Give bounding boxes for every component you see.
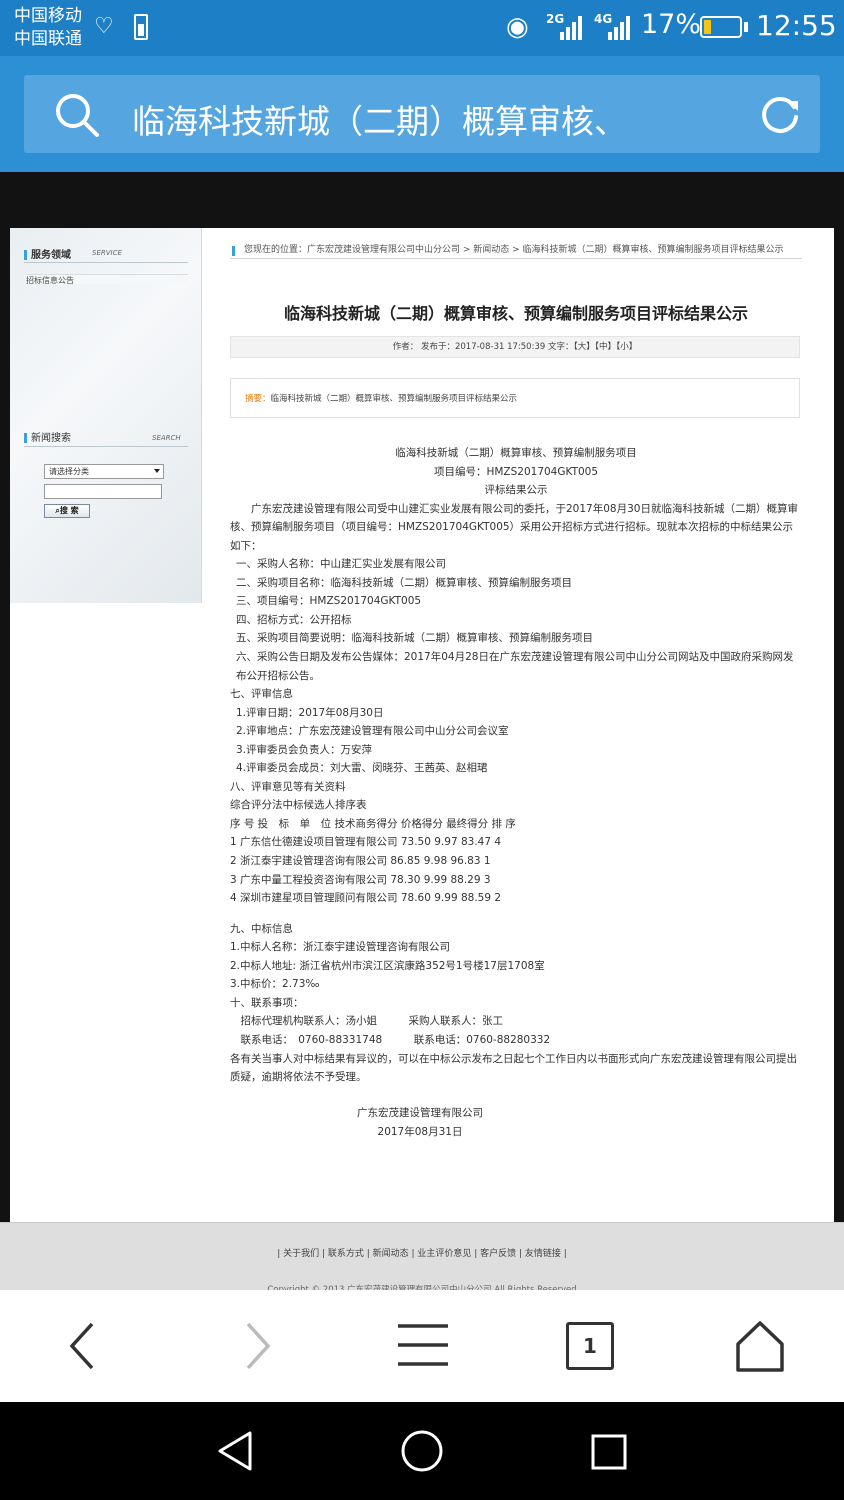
section-8: 八、评审意见等有关资料 [230, 780, 346, 793]
keyword-input[interactable] [44, 484, 162, 499]
abstract-label: 摘要： [245, 394, 271, 404]
clock: 12:55 [756, 9, 837, 42]
system-home-icon[interactable] [400, 1429, 444, 1473]
carrier-2: 中国联通 [14, 29, 82, 49]
section-7-1: 1.评审日期：2017年08月30日 [236, 706, 384, 719]
carrier-1: 中国移动 [14, 6, 82, 26]
browser-toolbar: 1 [0, 1290, 844, 1402]
signature-block: 广东宏茂建设管理有限公司 2017年08月31日 [330, 1104, 510, 1142]
health-icon: ♡ [94, 14, 114, 39]
section-marker-icon [24, 250, 27, 260]
breadcrumb: 您现在的位置：广东宏茂建设管理有限公司中山分公司 > 新闻动态 > 临海科技新城… [230, 244, 802, 259]
sign-company: 广东宏茂建设管理有限公司 [357, 1107, 483, 1119]
battery-saver-icon [134, 14, 148, 40]
section-9-3: 3.中标价：2.73‰ [230, 978, 320, 991]
article-heading-1: 临海科技新城（二期）概算审核、预算编制服务项目 [395, 447, 637, 459]
site-footer: | 关于我们 | 联系方式 | 新闻动态 | 业主评价意见 | 客户反馈 | 友… [0, 1222, 844, 1290]
contact-phones: 联系电话： 0760-88331748 联系电话：0760-88280332 [230, 1033, 551, 1046]
section-9-1: 1.中标人名称：浙江泰宇建设管理咨询有限公司 [230, 941, 451, 954]
forward-icon[interactable] [226, 1318, 286, 1374]
battery-percent: 17% [641, 9, 702, 40]
system-back-icon[interactable] [216, 1430, 254, 1472]
sidebar-search-button[interactable]: ⌕搜 索 [44, 504, 90, 518]
section-marker-icon [24, 433, 27, 443]
ranking-table-header: 序 号 投 标 单 位 技术商务得分 价格得分 最终得分 排 序 [230, 817, 516, 830]
section-5: 五、采购项目简要说明：临海科技新城（二期）概算审核、预算编制服务项目 [236, 632, 593, 645]
closing-note: 各有关当事人对中标结果有异议的，可以在中标公示发布之日起七个工作日内以书面形式向… [230, 1052, 797, 1084]
article-heading-3: 评标结果公示 [484, 484, 548, 497]
article-intro: 广东宏茂建设管理有限公司受中山建汇实业发展有限公司的委托，于2017年08月30… [230, 502, 798, 552]
copyright: Copyright © 2013 广东宏茂建设管理有限公司中山分公司 All R… [267, 1285, 577, 1290]
article-meta: 作者： 发布于：2017-08-31 17:50:39 文字：【大】【中】【小】 [230, 336, 800, 358]
section-7-4: 4.评审委员会成员：刘大雷、闵晓芬、王茜英、赵相珺 [236, 762, 488, 775]
article-abstract: 摘要：临海科技新城（二期）概算审核、预算编制服务项目评标结果公示 [230, 378, 800, 418]
menu-icon[interactable] [392, 1318, 452, 1374]
abstract-text: 临海科技新城（二期）概算审核、预算编制服务项目评标结果公示 [270, 394, 518, 404]
page-title: 临海科技新城（二期）概算审核、预算编制服务项目评标结果公示 [283, 304, 748, 323]
web-page-viewport: 服务领域 SERVICE 招标信息公告 新闻搜索 SEARCH 请选择分类 ⌕搜… [0, 172, 844, 1290]
carrier-labels: 中国移动 中国联通 [14, 5, 82, 51]
reload-icon[interactable] [758, 93, 802, 137]
table-row: 3 广东中量工程投资咨询有限公司 78.30 9.99 88.29 3 [230, 873, 491, 886]
section-1: 一、采购人名称：中山建汇实业发展有限公司 [236, 558, 446, 571]
section-2: 二、采购项目名称：临海科技新城（二期）概算审核、预算编制服务项目 [236, 576, 572, 589]
sidebar: 服务领域 SERVICE 招标信息公告 新闻搜索 SEARCH 请选择分类 ⌕搜… [10, 228, 202, 603]
section-3: 三、项目编号：HMZS201704GKT005 [236, 595, 422, 608]
service-en-label: SERVICE [92, 249, 122, 257]
table-row: 2 浙江泰宇建设管理咨询有限公司 86.85 9.98 96.83 1 [230, 855, 491, 868]
back-icon[interactable] [54, 1318, 114, 1374]
sidebar-item-tender-info[interactable]: 招标信息公告 [26, 274, 188, 284]
battery-icon [700, 16, 742, 38]
article-body: 临海科技新城（二期）概算审核、预算编制服务项目 项目编号：HMZS201704G… [230, 444, 802, 1087]
search-icon[interactable] [54, 92, 100, 138]
status-bar: 中国移动 中国联通 ♡ ◉ 2G 4G 17% 12:55 [0, 0, 844, 56]
tabs-button[interactable]: 1 [566, 1322, 614, 1370]
sign-date: 2017年08月31日 [377, 1126, 463, 1138]
signal-icon-1 [560, 14, 588, 40]
signal-icon-2 [608, 14, 636, 40]
home-icon[interactable] [730, 1318, 790, 1374]
url-text[interactable]: 临海科技新城（二期）概算审核、 [132, 95, 692, 143]
url-field[interactable]: 临海科技新城（二期）概算审核、 [24, 75, 820, 153]
section-10: 十、联系事项： [230, 996, 304, 1009]
table-row: 1 广东信仕德建设项目管理有限公司 73.50 9.97 83.47 4 [230, 836, 502, 849]
eye-comfort-icon: ◉ [506, 12, 529, 42]
service-section-title: 服务领域 [24, 246, 71, 261]
footer-links[interactable]: | 关于我们 | 联系方式 | 新闻动态 | 业主评价意见 | 客户反馈 | 友… [0, 1246, 844, 1259]
browser-address-bar: 临海科技新城（二期）概算审核、 [0, 56, 844, 172]
location-marker-icon [232, 246, 235, 256]
table-row: 4 深圳市建星项目管理顾问有限公司 78.60 9.99 88.59 2 [230, 892, 502, 905]
section-9: 九、中标信息 [230, 922, 293, 935]
section-4: 四、招标方式：公开招标 [236, 613, 352, 626]
search-en-label: SEARCH [152, 434, 181, 442]
section-9-2: 2.中标人地址: 浙江省杭州市滨江区滨康路352号1号楼17层1708室 [230, 959, 545, 972]
section-6: 六、采购公告日期及发布公告媒体：2017年04月28日在广东宏茂建设管理有限公司… [236, 651, 794, 682]
system-navigation-bar [0, 1402, 844, 1500]
news-search-title: 新闻搜索 [24, 429, 71, 444]
chevron-down-icon [154, 469, 160, 473]
section-7-3: 3.评审委员会负责人：万安萍 [236, 743, 373, 756]
category-select[interactable]: 请选择分类 [44, 464, 164, 479]
section-7: 七、评审信息 [230, 688, 293, 701]
contact-names: 招标代理机构联系人：汤小姐 采购人联系人：张工 [230, 1015, 503, 1028]
section-7-2: 2.评审地点：广东宏茂建设管理有限公司中山分公司会议室 [236, 725, 509, 738]
system-recents-icon[interactable] [590, 1433, 628, 1471]
page-content: 服务领域 SERVICE 招标信息公告 新闻搜索 SEARCH 请选择分类 ⌕搜… [10, 228, 834, 1228]
article-heading-2: 项目编号：HMZS201704GKT005 [433, 465, 599, 478]
ranking-table-title: 综合评分法中标候选人排序表 [230, 799, 367, 812]
